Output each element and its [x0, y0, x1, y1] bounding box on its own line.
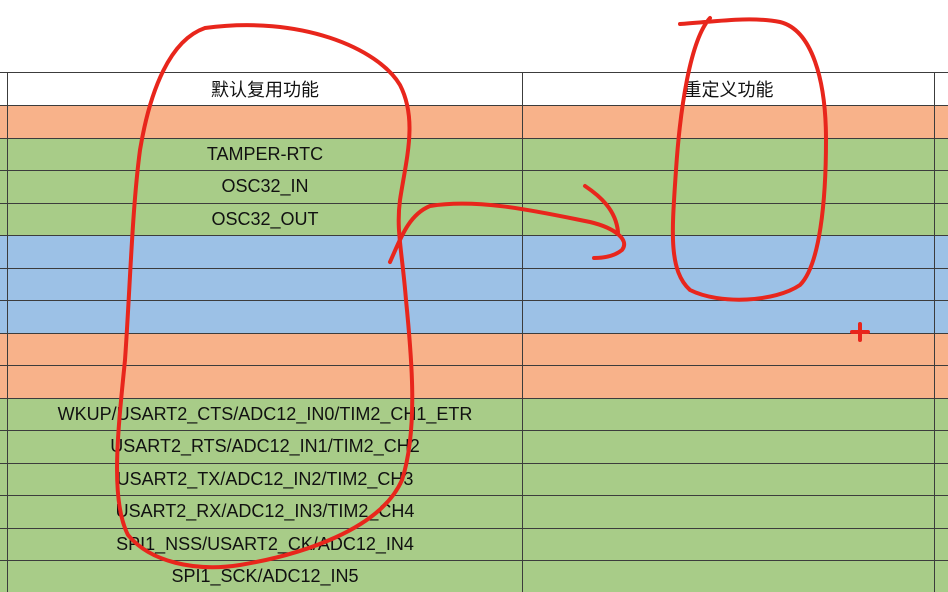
default-function-cell[interactable]: OSC32_IN [8, 171, 523, 204]
table-row: TAMPER-RTC [0, 138, 948, 171]
row-label-cell[interactable] [0, 171, 8, 204]
header-default-function[interactable]: 默认复用功能 [8, 72, 523, 106]
table-row [0, 366, 948, 399]
default-function-cell[interactable]: USART2_RX/ADC12_IN3/TIM2_CH4 [8, 496, 523, 529]
row-label-cell[interactable] [0, 203, 8, 236]
extra-cell[interactable] [935, 236, 948, 269]
default-function-cell[interactable]: SPI1_NSS/USART2_CK/ADC12_IN4 [8, 528, 523, 561]
redefined-function-cell[interactable] [523, 268, 935, 301]
extra-cell[interactable] [935, 138, 948, 171]
extra-cell[interactable] [935, 431, 948, 464]
row-label-cell[interactable] [0, 366, 8, 399]
row-label-cell[interactable] [0, 431, 8, 464]
redefined-function-cell[interactable] [523, 171, 935, 204]
extra-cell[interactable] [935, 398, 948, 431]
default-function-cell[interactable] [8, 236, 523, 269]
redefined-function-cell[interactable] [523, 496, 935, 529]
table-row [0, 301, 948, 334]
table-row: SPI1_NSS/USART2_CK/ADC12_IN4 [0, 528, 948, 561]
default-function-cell[interactable]: WKUP/USART2_CTS/ADC12_IN0/TIM2_CH1_ETR [8, 398, 523, 431]
extra-cell[interactable] [935, 496, 948, 529]
default-function-cell[interactable]: OSC32_OUT [8, 203, 523, 236]
table-row [0, 236, 948, 269]
redefined-function-cell[interactable] [523, 431, 935, 464]
row-label-cell[interactable] [0, 236, 8, 269]
row-label-cell[interactable] [0, 561, 8, 592]
header-redefined-function[interactable]: 重定义功能 [523, 72, 935, 106]
default-function-cell[interactable] [8, 333, 523, 366]
extra-cell[interactable] [935, 268, 948, 301]
default-function-cell[interactable] [8, 366, 523, 399]
table-row: USART2_RX/ADC12_IN3/TIM2_CH4 [0, 496, 948, 529]
table-row: OSC32_IN [0, 171, 948, 204]
redefined-function-cell[interactable] [523, 366, 935, 399]
redefined-function-cell[interactable] [523, 236, 935, 269]
extra-cell[interactable] [935, 528, 948, 561]
header-cell-row-label[interactable] [0, 72, 8, 106]
extra-cell[interactable] [935, 463, 948, 496]
table-row [0, 268, 948, 301]
pin-function-table: 默认复用功能 重定义功能 TAMPER-RTC OSC32_IN OSC32_OUT… [0, 72, 948, 592]
table-header-row: 默认复用功能 重定义功能 [0, 72, 948, 106]
redefined-function-cell[interactable] [523, 463, 935, 496]
extra-cell[interactable] [935, 561, 948, 592]
extra-cell[interactable] [935, 366, 948, 399]
extra-cell[interactable] [935, 171, 948, 204]
default-function-cell[interactable]: SPI1_SCK/ADC12_IN5 [8, 561, 523, 592]
row-label-cell[interactable] [0, 301, 8, 334]
extra-cell[interactable] [935, 333, 948, 366]
redefined-function-cell[interactable] [523, 301, 935, 334]
table-row: USART2_TX/ADC12_IN2/TIM2_CH3 [0, 463, 948, 496]
table-row [0, 106, 948, 139]
table-row: OSC32_OUT [0, 203, 948, 236]
row-label-cell[interactable] [0, 463, 8, 496]
redefined-function-cell[interactable] [523, 333, 935, 366]
row-label-cell[interactable] [0, 528, 8, 561]
redefined-function-cell[interactable] [523, 398, 935, 431]
default-function-cell[interactable]: USART2_TX/ADC12_IN2/TIM2_CH3 [8, 463, 523, 496]
default-function-cell[interactable] [8, 268, 523, 301]
default-function-cell[interactable]: USART2_RTS/ADC12_IN1/TIM2_CH2 [8, 431, 523, 464]
table-row [0, 333, 948, 366]
extra-cell[interactable] [935, 106, 948, 139]
redefined-function-cell[interactable] [523, 528, 935, 561]
row-label-cell[interactable] [0, 138, 8, 171]
redefined-function-cell[interactable] [523, 561, 935, 592]
row-label-cell[interactable] [0, 106, 8, 139]
extra-cell[interactable] [935, 301, 948, 334]
header-cell-extra[interactable] [935, 72, 948, 106]
default-function-cell[interactable] [8, 106, 523, 139]
row-label-cell[interactable] [0, 398, 8, 431]
default-function-cell[interactable] [8, 301, 523, 334]
redefined-function-cell[interactable] [523, 138, 935, 171]
extra-cell[interactable] [935, 203, 948, 236]
redefined-function-cell[interactable] [523, 106, 935, 139]
row-label-cell[interactable] [0, 496, 8, 529]
table-row: SPI1_SCK/ADC12_IN5 [0, 561, 948, 592]
row-label-cell[interactable] [0, 333, 8, 366]
row-label-cell[interactable] [0, 268, 8, 301]
table-row: USART2_RTS/ADC12_IN1/TIM2_CH2 [0, 431, 948, 464]
default-function-cell[interactable]: TAMPER-RTC [8, 138, 523, 171]
redefined-function-cell[interactable] [523, 203, 935, 236]
table-row: WKUP/USART2_CTS/ADC12_IN0/TIM2_CH1_ETR [0, 398, 948, 431]
